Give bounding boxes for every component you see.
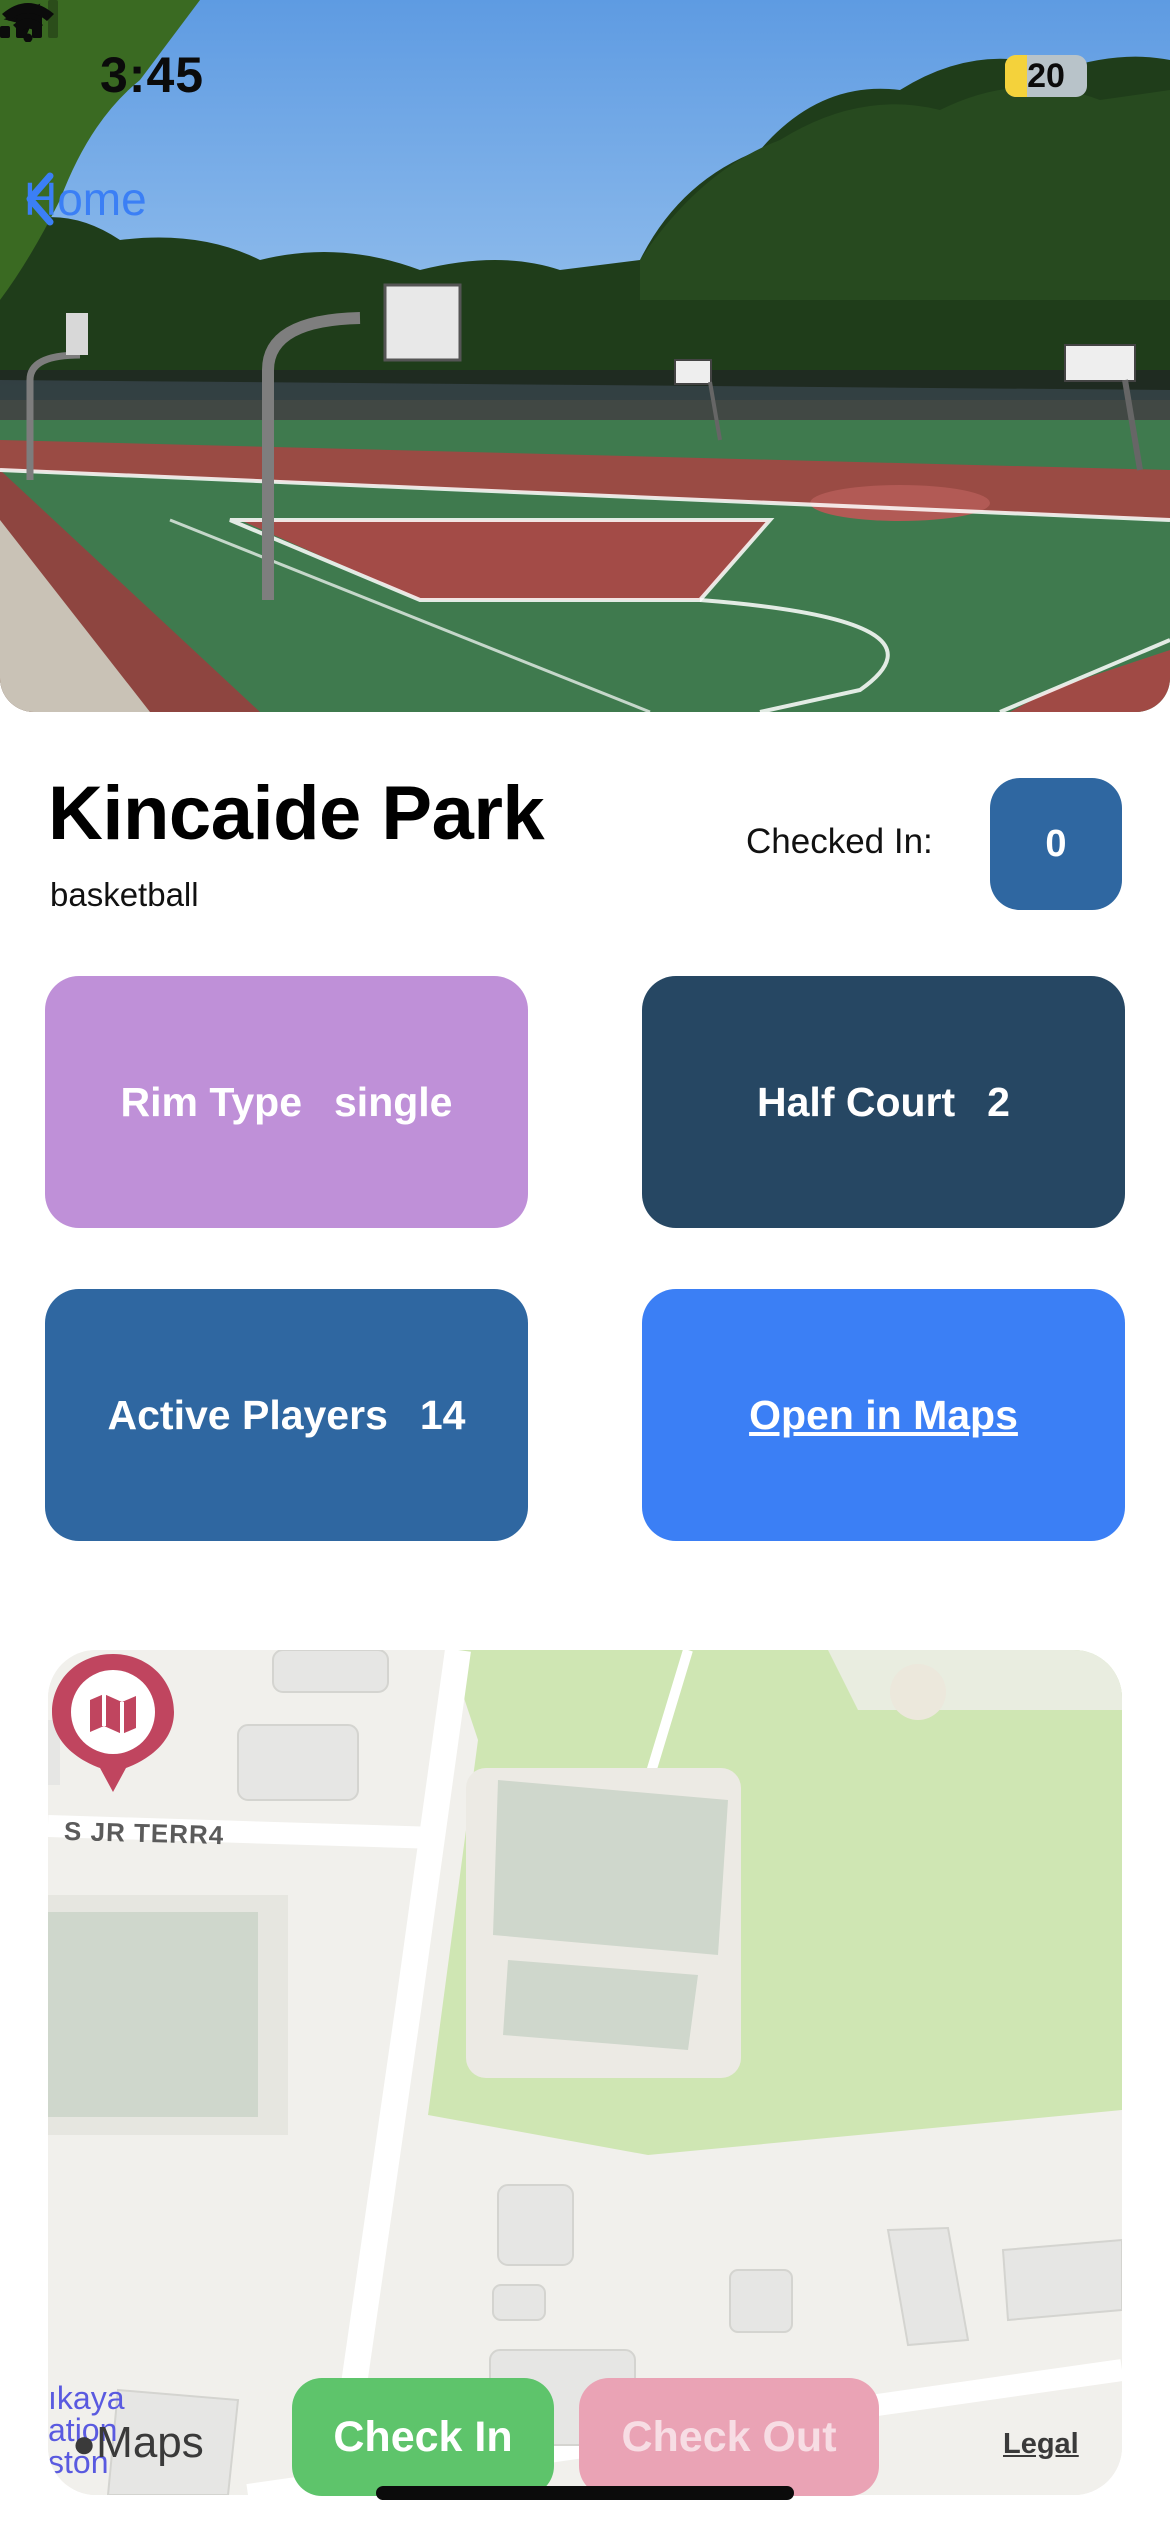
apple-icon: ● bbox=[72, 2422, 97, 2466]
check-in-label: Check In bbox=[333, 2412, 513, 2461]
maps-logo-text: Maps bbox=[96, 2418, 204, 2467]
active-players-tile: Active Players 14 bbox=[45, 1289, 528, 1541]
rim-type-value: single bbox=[334, 1078, 453, 1125]
status-bar: 3:45 20 bbox=[0, 0, 1170, 150]
home-indicator bbox=[376, 2486, 794, 2500]
wifi-icon bbox=[2, 3, 54, 42]
page-title: Kincaide Park bbox=[48, 771, 545, 856]
chevron-left-icon bbox=[26, 172, 54, 226]
map-view[interactable]: S JR TERR4 ıkaya ation ston ●Maps Legal bbox=[48, 1650, 1122, 2495]
checked-in-label: Checked In: bbox=[746, 822, 933, 861]
street-label: S JR TERR4 bbox=[63, 1815, 225, 1851]
apple-maps-logo: ●Maps bbox=[72, 2418, 204, 2468]
check-in-button[interactable]: Check In bbox=[292, 2378, 554, 2496]
status-time: 3:45 bbox=[100, 47, 205, 103]
rim-type-tile: Rim Type single bbox=[45, 976, 528, 1228]
active-players-value: 14 bbox=[419, 1391, 466, 1438]
open-in-maps-label: Open in Maps bbox=[749, 1391, 1018, 1438]
back-button[interactable]: Home bbox=[24, 172, 147, 226]
legal-link[interactable]: Legal bbox=[1003, 2428, 1079, 2461]
check-out-label: Check Out bbox=[621, 2412, 837, 2461]
park-photo: 3:45 20 Home bbox=[0, 0, 1170, 712]
battery-indicator: 20 bbox=[1005, 55, 1087, 97]
sport-type: basketball bbox=[50, 876, 199, 913]
map-marker-icon[interactable] bbox=[48, 1650, 178, 1800]
active-players-label: Active Players bbox=[107, 1391, 388, 1438]
half-court-tile: Half Court 2 bbox=[642, 976, 1125, 1228]
rim-type-label: Rim Type bbox=[120, 1078, 303, 1125]
half-court-label: Half Court bbox=[757, 1078, 956, 1125]
half-court-value: 2 bbox=[987, 1078, 1010, 1125]
map-tiles bbox=[48, 1650, 1122, 2495]
checked-in-count: 0 bbox=[990, 778, 1122, 910]
check-out-button[interactable]: Check Out bbox=[579, 2378, 879, 2496]
battery-level: 20 bbox=[1027, 57, 1065, 95]
open-in-maps-button[interactable]: Open in Maps bbox=[642, 1289, 1125, 1541]
